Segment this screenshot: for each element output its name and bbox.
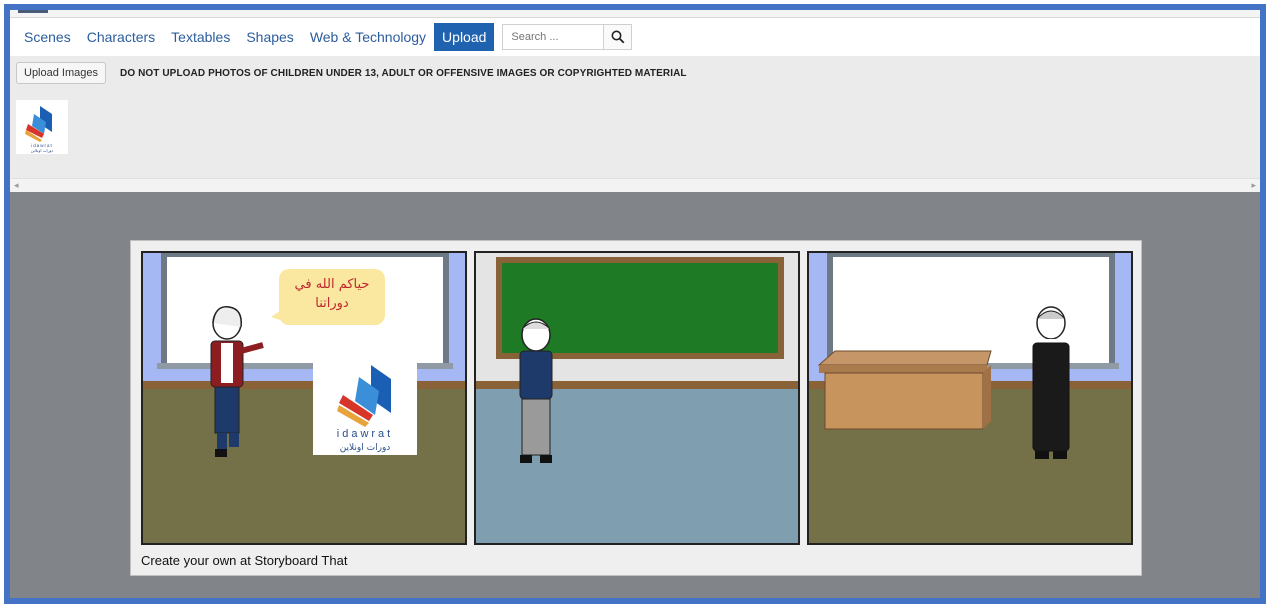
tab-web-technology[interactable]: Web & Technology [302, 23, 434, 51]
storyboard: حياكم الله في دوراتنا idawrat دورات اونل… [130, 240, 1142, 576]
uploaded-images-tray: idawrat دورات اونلاين [10, 90, 1260, 178]
search-icon [611, 30, 625, 44]
scroll-left-icon[interactable]: ◂ [14, 180, 19, 191]
idawrat-logo-icon: idawrat دورات اونلاين [25, 106, 54, 153]
uploaded-logo-thumbnail[interactable]: idawrat دورات اونلاين [16, 100, 68, 154]
scroll-right-icon[interactable]: ▸ [1251, 180, 1256, 191]
app-window: Scenes Characters Textables Shapes Web &… [4, 4, 1266, 604]
tab-shapes[interactable]: Shapes [238, 23, 301, 51]
search-button[interactable] [603, 25, 632, 49]
storyboard-canvas: حياكم الله في دوراتنا idawrat دورات اونل… [10, 192, 1260, 598]
search-box [502, 24, 633, 50]
upload-images-button[interactable]: Upload Images [16, 62, 106, 84]
character-priest[interactable] [1021, 303, 1081, 465]
tab-textables[interactable]: Textables [163, 23, 238, 51]
tab-scenes[interactable]: Scenes [16, 23, 79, 51]
top-strip [10, 10, 1260, 18]
character-woman-presenter[interactable] [201, 305, 271, 465]
search-input[interactable] [503, 25, 604, 49]
svg-text:دورات اونلاين: دورات اونلاين [31, 148, 54, 153]
logo-word: idawrat [337, 428, 393, 440]
library-tabs: Scenes Characters Textables Shapes Web &… [10, 18, 1260, 56]
speech-bubble-text: حياكم الله في دوراتنا [294, 277, 370, 311]
speech-bubble[interactable]: حياكم الله في دوراتنا [271, 269, 385, 325]
upload-toolbar: Upload Images DO NOT UPLOAD PHOTOS OF CH… [10, 56, 1260, 90]
tab-upload[interactable]: Upload [434, 23, 495, 51]
storyboard-cell-2[interactable] [474, 251, 800, 545]
idawrat-logo-icon: idawrat دورات اونلاين [337, 365, 393, 453]
idawrat-logo-image[interactable]: idawrat دورات اونلاين [313, 357, 417, 455]
horizontal-scrollbar[interactable]: ◂ ▸ [10, 178, 1260, 192]
upload-warning: DO NOT UPLOAD PHOTOS OF CHILDREN UNDER 1… [120, 67, 687, 79]
tab-characters[interactable]: Characters [79, 23, 163, 51]
logo-arabic: دورات اونلاين [340, 443, 391, 453]
storyboard-cell-1[interactable]: حياكم الله في دوراتنا idawrat دورات اونل… [141, 251, 467, 545]
character-man-worried[interactable] [506, 315, 566, 475]
storyboard-credit[interactable]: Create your own at Storyboard That [141, 553, 347, 568]
storyboard-cell-3[interactable] [807, 251, 1133, 545]
